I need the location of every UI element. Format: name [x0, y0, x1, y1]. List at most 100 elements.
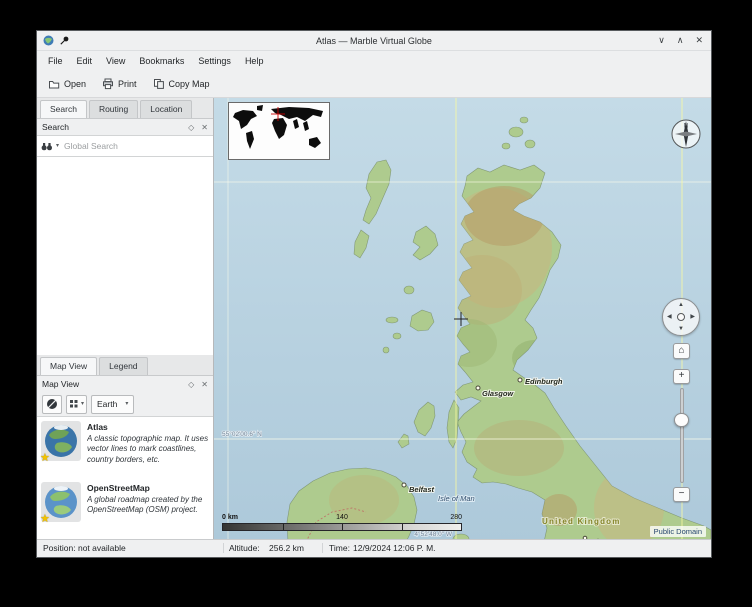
mapview-panel-header: Map View ◇ ✕ [37, 376, 213, 392]
status-time-label: Time: [329, 540, 350, 556]
license-link[interactable]: Public Domain [650, 526, 706, 537]
global-search-field[interactable]: ▾ [37, 135, 213, 157]
mapview-tabbar: Map View Legend [37, 355, 213, 376]
view-mode-button[interactable]: ▾ [66, 395, 87, 414]
orkney-island [509, 127, 523, 137]
theme-title: Atlas [87, 422, 209, 432]
theme-description: A global roadmap created by the OpenStre… [87, 495, 209, 516]
pan-left-icon[interactable]: ◀ [667, 314, 672, 320]
pan-up-icon[interactable]: ▲ [678, 302, 684, 308]
map-canvas[interactable]: 55°02'00.6" N 4°52'48.0" W Glasgow Edinb… [214, 98, 711, 539]
scale-label-140: 140 [336, 514, 348, 521]
zoom-slider-handle[interactable] [674, 413, 689, 427]
belfast-marker[interactable] [402, 483, 406, 487]
tab-legend[interactable]: Legend [99, 357, 147, 375]
celestial-body-icon [46, 398, 58, 410]
edinburgh-label[interactable]: Edinburgh [525, 377, 563, 386]
pan-down-icon[interactable]: ▼ [678, 326, 684, 332]
small-island [393, 333, 401, 339]
close-icon[interactable]: ✕ [695, 35, 703, 46]
theme-item-openstreetmap[interactable]: ★ OpenStreetMap A global roadmap created… [37, 478, 213, 539]
print-button[interactable]: Print [95, 74, 144, 94]
chevron-down-icon[interactable]: ▾ [56, 143, 59, 149]
overview-map[interactable] [228, 102, 330, 160]
united-kingdom-label[interactable]: United Kingdom [542, 517, 621, 526]
zoom-out-button[interactable]: − [673, 487, 690, 502]
tab-routing[interactable]: Routing [89, 100, 138, 118]
menu-edit[interactable]: Edit [70, 53, 100, 69]
celestial-body-button[interactable] [42, 395, 62, 414]
overview-world-icon [229, 103, 329, 159]
map-scale-bar: 0 km 140 280 [222, 514, 462, 532]
open-icon [48, 78, 60, 90]
orkney-island [525, 140, 535, 148]
home-button[interactable]: ⌂ [673, 343, 690, 359]
zoom-slider-track[interactable] [680, 388, 684, 483]
open-label: Open [64, 79, 86, 89]
tab-search[interactable]: Search [40, 100, 87, 118]
glasgow-label[interactable]: Glasgow [482, 389, 514, 398]
menu-settings[interactable]: Settings [191, 53, 238, 69]
map-viewport[interactable]: 55°02'00.6" N 4°52'48.0" W Glasgow Edinb… [214, 98, 711, 539]
small-island [386, 317, 398, 323]
minimize-icon[interactable]: ∨ [658, 35, 665, 46]
maximize-icon[interactable]: ∧ [677, 35, 684, 46]
pin-icon[interactable] [59, 35, 70, 46]
theme-item-atlas[interactable]: ★ Atlas A classic topographic map. It us… [37, 417, 213, 478]
tab-map-view[interactable]: Map View [40, 357, 97, 375]
zoom-in-button[interactable]: + [673, 369, 690, 384]
search-panel-title: Search [42, 122, 69, 132]
menu-help[interactable]: Help [238, 53, 271, 69]
copy-map-button[interactable]: Copy Map [146, 74, 217, 94]
float-panel-icon[interactable]: ◇ [188, 380, 194, 389]
sidebar: Search Routing Location Search ◇ ✕ ▾ [37, 98, 214, 539]
menu-view[interactable]: View [99, 53, 132, 69]
search-icon [41, 142, 53, 151]
open-button[interactable]: Open [41, 74, 93, 94]
close-panel-icon[interactable]: ✕ [201, 380, 208, 389]
belfast-label[interactable]: Belfast [409, 485, 435, 494]
marble-window: Atlas — Marble Virtual Globe ∨ ∧ ✕ File … [37, 31, 711, 557]
theme-thumbnail: ★ [41, 421, 81, 461]
pan-right-icon[interactable]: ▶ [690, 314, 695, 320]
favorite-star-icon[interactable]: ★ [40, 451, 50, 464]
status-time-value: 12/9/2024 12:06 P. M. [353, 540, 436, 556]
status-altitude-value: 256.2 km [269, 540, 304, 556]
search-panel-header: Search ◇ ✕ [37, 119, 213, 135]
celestial-body-select[interactable]: Earth ▾ [91, 395, 134, 414]
print-label: Print [118, 79, 137, 89]
search-tabbar: Search Routing Location [37, 98, 213, 119]
glasgow-marker[interactable] [476, 386, 480, 390]
orkney-island [502, 143, 510, 149]
menubar: File Edit View Bookmarks Settings Help [37, 51, 711, 71]
scale-label-280: 280 [450, 514, 462, 521]
compass-rose-icon[interactable]: N [670, 118, 702, 150]
compass-north-label: N [684, 124, 688, 130]
copy-map-label: Copy Map [169, 79, 210, 89]
small-island [404, 286, 414, 294]
theme-title: OpenStreetMap [87, 483, 209, 493]
close-panel-icon[interactable]: ✕ [201, 123, 208, 132]
titlebar[interactable]: Atlas — Marble Virtual Globe ∨ ∧ ✕ [37, 31, 711, 51]
copy-map-icon [153, 78, 165, 90]
favorite-star-icon[interactable]: ★ [40, 512, 50, 525]
titlebar-icons [43, 35, 70, 46]
edinburgh-marker[interactable] [518, 378, 522, 382]
mapview-panel-title: Map View [42, 379, 79, 389]
map-theme-list[interactable]: ★ Atlas A classic topographic map. It us… [37, 416, 213, 539]
float-panel-icon[interactable]: ◇ [188, 123, 194, 132]
tab-location[interactable]: Location [140, 100, 192, 118]
isle-of-man-label[interactable]: Isle of Man [438, 494, 475, 503]
menu-bookmarks[interactable]: Bookmarks [132, 53, 191, 69]
pan-center-icon[interactable] [677, 313, 685, 321]
grid-view-icon [69, 399, 79, 409]
latitude-label: 55°02'00.6" N [222, 430, 262, 438]
search-input[interactable] [62, 140, 209, 152]
statusbar: Position: not available Altitude: 256.2 … [37, 539, 711, 557]
navigation-pad[interactable]: ▲ ▼ ◀ ▶ [662, 298, 700, 336]
main-toolbar: Open Print Copy Map [37, 71, 711, 98]
scale-ruler [222, 523, 462, 531]
orkney-island [520, 117, 528, 123]
menu-file[interactable]: File [41, 53, 70, 69]
search-results-list[interactable] [37, 157, 213, 355]
